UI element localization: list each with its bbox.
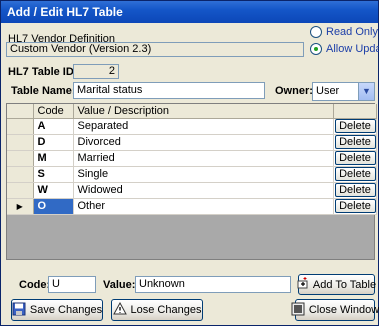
delete-button[interactable]: Delete (334, 151, 376, 165)
row-selector[interactable] (7, 182, 34, 199)
row-action-cell: Delete (333, 134, 377, 151)
row-action-cell: Delete (333, 198, 377, 215)
warning-icon (112, 301, 127, 318)
row-code[interactable]: D (33, 134, 74, 151)
row-action-cell: Delete (333, 182, 377, 199)
save-changes-button[interactable]: Save Changes (11, 299, 103, 321)
allow-updates-radio-label: Allow Updates (326, 43, 379, 55)
lose-changes-button[interactable]: Lose Changes (111, 299, 203, 321)
delete-button[interactable]: Delete (334, 119, 376, 133)
row-value[interactable]: Married (73, 150, 334, 167)
add-to-table-button[interactable]: Add To Table (297, 274, 377, 295)
row-selector[interactable] (7, 166, 34, 183)
chevron-down-icon[interactable]: ▼ (358, 83, 374, 100)
values-grid: Code Value / Description A Separated Del… (6, 103, 377, 260)
table-row-current[interactable]: ▶ O Other Delete (7, 198, 377, 215)
close-window-button[interactable]: Close Window (291, 299, 379, 321)
current-row-arrow-icon: ▶ (16, 202, 23, 211)
dialog-window: Add / Edit HL7 Table HL7 Vendor Definiti… (0, 0, 379, 326)
row-header-corner (7, 104, 34, 119)
row-code[interactable]: M (33, 150, 74, 167)
row-value[interactable]: Other (73, 198, 334, 215)
row-value[interactable]: Separated (73, 118, 334, 135)
owner-select-value: User (316, 85, 340, 97)
table-row[interactable]: W Widowed Delete (7, 182, 377, 199)
close-window-label: Close Window (308, 304, 379, 316)
save-disk-icon (12, 302, 26, 319)
column-header-value[interactable]: Value / Description (73, 104, 334, 119)
row-code[interactable]: S (33, 166, 74, 183)
row-value[interactable]: Widowed (73, 182, 334, 199)
row-action-cell: Delete (333, 118, 377, 135)
code-label: Code: (19, 279, 51, 291)
column-header-action (333, 104, 377, 119)
table-row[interactable]: M Married Delete (7, 150, 377, 167)
row-action-cell: Delete (333, 150, 377, 167)
code-input[interactable]: U (48, 276, 96, 293)
row-action-cell: Delete (333, 166, 377, 183)
values-table: Code Value / Description A Separated Del… (7, 104, 377, 215)
table-name-input[interactable]: Marital status (73, 82, 265, 99)
delete-button[interactable]: Delete (334, 135, 376, 149)
window-title: Add / Edit HL7 Table (1, 1, 378, 23)
column-header-code[interactable]: Code (33, 104, 74, 119)
row-code[interactable]: O (33, 198, 74, 215)
add-icon (297, 277, 309, 292)
table-id-label: HL7 Table ID: (8, 66, 78, 78)
row-code[interactable]: A (33, 118, 74, 135)
table-row[interactable]: D Divorced Delete (7, 134, 377, 151)
grid-header-row: Code Value / Description (7, 104, 377, 119)
save-changes-label: Save Changes (29, 304, 103, 316)
allow-updates-radio[interactable]: Allow Updates (310, 43, 379, 55)
value-input[interactable]: Unknown (135, 276, 291, 293)
value-label: Value: (103, 279, 136, 291)
row-value[interactable]: Divorced (73, 134, 334, 151)
table-name-label: Table Name: (11, 85, 76, 97)
delete-button[interactable]: Delete (334, 183, 376, 197)
row-selector[interactable] (7, 118, 34, 135)
delete-button[interactable]: Delete (334, 167, 376, 181)
read-only-radio[interactable]: Read Only (310, 26, 378, 38)
close-door-icon (291, 302, 305, 319)
row-code[interactable]: W (33, 182, 74, 199)
lose-changes-label: Lose Changes (130, 304, 202, 316)
table-row[interactable]: S Single Delete (7, 166, 377, 183)
row-selector[interactable]: ▶ (7, 198, 34, 215)
vendor-field: Custom Vendor (Version 2.3) (6, 42, 304, 57)
read-only-radio-circle[interactable] (310, 26, 322, 38)
owner-select[interactable]: User ▼ (312, 82, 375, 101)
table-id-field: 2 (73, 64, 119, 79)
read-only-radio-label: Read Only (326, 26, 378, 38)
row-value[interactable]: Single (73, 166, 334, 183)
row-selector[interactable] (7, 134, 34, 151)
table-row[interactable]: A Separated Delete (7, 118, 377, 135)
allow-updates-radio-circle[interactable] (310, 43, 322, 55)
row-selector[interactable] (7, 150, 34, 167)
add-to-table-label: Add To Table (312, 278, 377, 291)
owner-label: Owner: (275, 85, 313, 97)
delete-button[interactable]: Delete (334, 199, 376, 213)
